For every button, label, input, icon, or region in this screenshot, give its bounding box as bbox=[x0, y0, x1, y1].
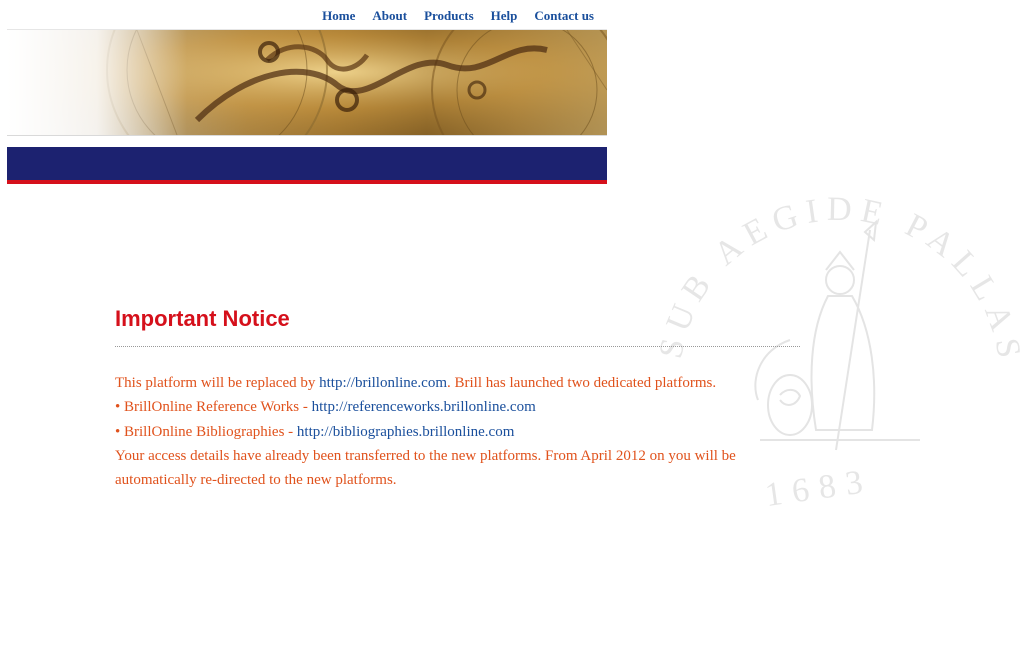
notice-section: Important Notice This platform will be r… bbox=[115, 306, 800, 492]
bibliographies-label: • BrillOnline Bibliographies - bbox=[115, 423, 297, 440]
nav-link-contact-us[interactable]: Contact us bbox=[534, 8, 594, 23]
notice-line-2: • BrillOnline Reference Works - http://r… bbox=[115, 395, 800, 419]
notice-line-1: This platform will be replaced by http:/… bbox=[115, 371, 800, 395]
nav-link-home[interactable]: Home bbox=[322, 8, 355, 23]
nav-link-about[interactable]: About bbox=[372, 8, 407, 23]
nav-link-products[interactable]: Products bbox=[424, 8, 474, 23]
page: Home About Products Help Contact us SUB … bbox=[0, 0, 1024, 645]
notice-line-1-prefix: This platform will be replaced by bbox=[115, 375, 320, 391]
nav-item-help: Help bbox=[491, 7, 518, 25]
header-red-line bbox=[7, 180, 607, 184]
reference-works-label: • BrillOnline Reference Works - bbox=[115, 399, 312, 416]
reference-works-link[interactable]: http://referenceworks.brillonline.com bbox=[312, 399, 536, 415]
notice-title: Important Notice bbox=[115, 306, 800, 347]
top-navigation: Home About Products Help Contact us bbox=[7, 0, 607, 30]
notice-body: This platform will be replaced by http:/… bbox=[115, 371, 800, 492]
notice-line-4: Your access details have already been tr… bbox=[115, 447, 736, 489]
nav-item-contact: Contact us bbox=[534, 7, 594, 25]
nav-list: Home About Products Help Contact us bbox=[322, 7, 594, 25]
header-blue-bar bbox=[7, 147, 607, 180]
notice-line-1-suffix: . Brill has launched two dedicated platf… bbox=[447, 375, 717, 391]
astrolabe-illustration bbox=[7, 30, 607, 135]
nav-item-about: About bbox=[372, 7, 407, 25]
nav-item-products: Products bbox=[424, 7, 474, 25]
nav-item-home: Home bbox=[322, 7, 355, 25]
bibliographies-link[interactable]: http://bibliographies.brillonline.com bbox=[297, 424, 514, 440]
brillonline-link[interactable]: http://brillonline.com bbox=[319, 375, 447, 391]
banner-divider bbox=[7, 135, 607, 136]
notice-line-3: • BrillOnline Bibliographies - http://bi… bbox=[115, 420, 800, 444]
nav-link-help[interactable]: Help bbox=[491, 8, 518, 23]
header-banner-image bbox=[7, 30, 607, 135]
